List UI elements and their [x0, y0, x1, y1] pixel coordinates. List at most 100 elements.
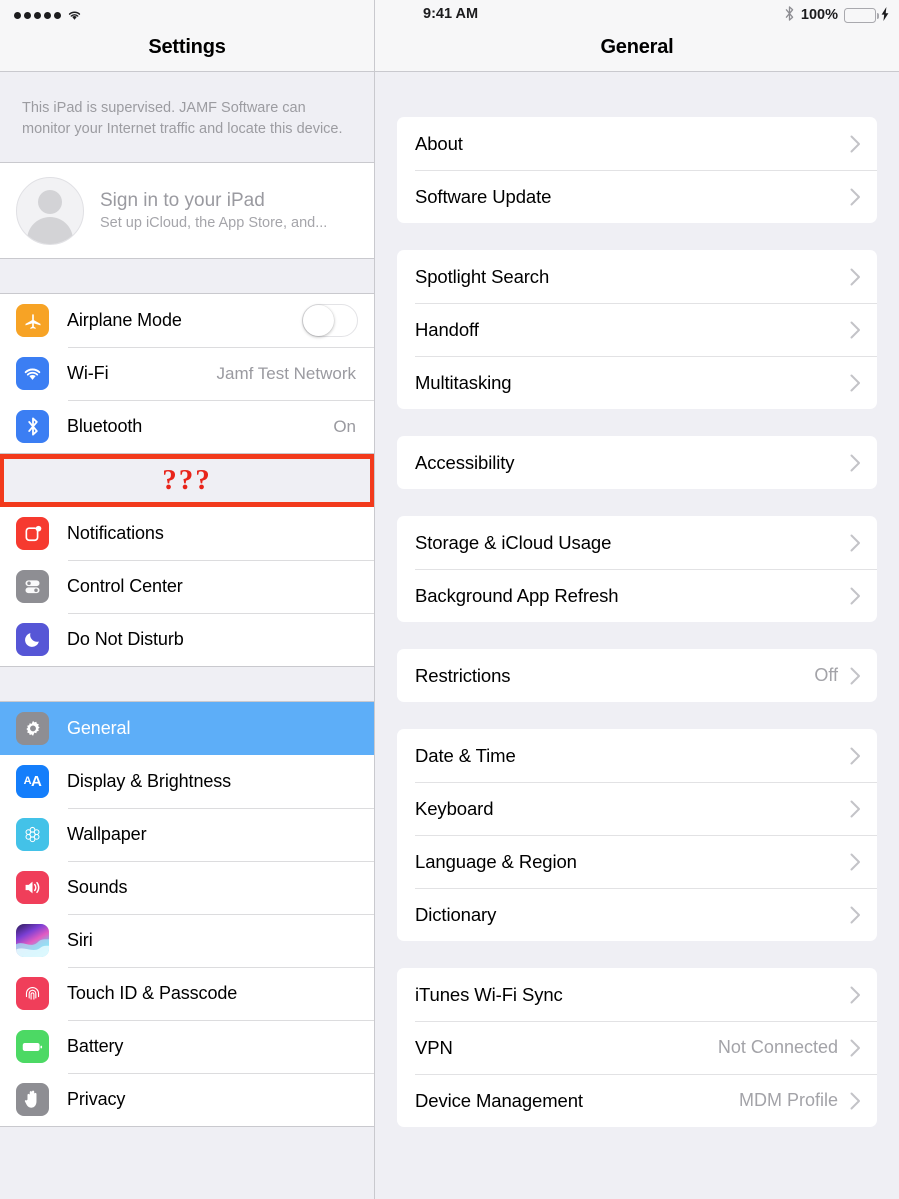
row-label: Spotlight Search — [415, 265, 550, 287]
sidebar-item-label: Notifications — [67, 523, 164, 544]
detail-row-vpn[interactable]: VPN Not Connected — [397, 1021, 877, 1074]
row-label: Storage & iCloud Usage — [415, 531, 612, 553]
bluetooth-icon — [16, 410, 49, 444]
detail-row-restrictions[interactable]: Restrictions Off — [397, 649, 877, 702]
chevron-right-icon — [850, 188, 861, 206]
detail-nav-header: 9:41 AM 100% General — [375, 0, 899, 72]
chevron-right-icon — [850, 747, 861, 765]
sidebar-nav-header: Settings — [0, 0, 374, 72]
ipad-settings-screen: Settings This iPad is supervised. JAMF S… — [0, 0, 899, 1199]
detail-row-multitasking[interactable]: Multitasking — [397, 356, 877, 409]
sidebar-item-label: Wallpaper — [67, 824, 147, 845]
sidebar-account-group: Sign in to your iPad Set up iCloud, the … — [0, 162, 374, 260]
detail-row-software-update[interactable]: Software Update — [397, 170, 877, 223]
sidebar-item-general[interactable]: General — [0, 702, 374, 756]
sign-in-row[interactable]: Sign in to your iPad Set up iCloud, the … — [0, 163, 374, 259]
sidebar-connectivity-group: Airplane Mode Wi-Fi Jamf Test Network Bl… — [0, 293, 374, 455]
general-detail-pane: 9:41 AM 100% General About Software Upda… — [375, 0, 899, 1199]
settings-group: About Software Update — [397, 117, 877, 223]
row-label: Dictionary — [415, 903, 497, 925]
detail-row-itunes-wifi-sync[interactable]: iTunes Wi-Fi Sync — [397, 968, 877, 1021]
row-label: VPN — [415, 1036, 453, 1058]
bluetooth-state-value: On — [333, 416, 356, 436]
detail-row-about[interactable]: About — [397, 117, 877, 170]
settings-list: About Software Update Spotlight Search H… — [375, 117, 899, 1127]
detail-row-handoff[interactable]: Handoff — [397, 303, 877, 356]
sidebar-item-label: Bluetooth — [67, 416, 143, 437]
row-label: Date & Time — [415, 744, 516, 766]
display-brightness-icon: AA — [16, 765, 49, 799]
wifi-icon — [16, 357, 49, 391]
chevron-right-icon — [850, 853, 861, 871]
sidebar-item-label: Privacy — [67, 1089, 126, 1110]
sidebar-alerts-group: Notifications Control Center Do Not Dist… — [0, 507, 374, 668]
detail-row-keyboard[interactable]: Keyboard — [397, 782, 877, 835]
row-label: Language & Region — [415, 850, 577, 872]
battery-icon — [16, 1030, 49, 1064]
sign-in-subtitle: Set up iCloud, the App Store, and... — [100, 215, 328, 232]
sidebar-item-touch-id-passcode[interactable]: Touch ID & Passcode — [0, 967, 374, 1021]
sidebar-item-label: Siri — [67, 930, 93, 951]
highlighted-unknown-row[interactable]: ??? — [0, 454, 374, 508]
settings-group: Storage & iCloud Usage Background App Re… — [397, 516, 877, 622]
chevron-right-icon — [850, 1039, 861, 1057]
airplane-icon — [16, 304, 49, 338]
sounds-icon — [16, 871, 49, 905]
chevron-right-icon — [850, 1092, 861, 1110]
row-value: MDM Profile — [738, 1090, 838, 1110]
sidebar-item-control-center[interactable]: Control Center — [0, 560, 374, 614]
sidebar-item-privacy[interactable]: Privacy — [0, 1073, 374, 1127]
control-center-icon — [16, 570, 49, 604]
sidebar-item-battery[interactable]: Battery — [0, 1020, 374, 1074]
sidebar-item-siri[interactable]: Siri — [0, 914, 374, 968]
wifi-network-value: Jamf Test Network — [216, 363, 356, 383]
detail-row-dictionary[interactable]: Dictionary — [397, 888, 877, 941]
settings-group: iTunes Wi-Fi Sync VPN Not Connected Devi… — [397, 968, 877, 1127]
siri-icon — [16, 924, 49, 958]
sidebar-item-airplane-mode[interactable]: Airplane Mode — [0, 294, 374, 348]
sidebar-item-label: Touch ID & Passcode — [67, 983, 238, 1004]
chevron-right-icon — [850, 587, 861, 605]
sidebar-item-wallpaper[interactable]: Wallpaper — [0, 808, 374, 862]
sidebar-section-gap-2 — [0, 667, 374, 702]
sidebar-item-bluetooth[interactable]: Bluetooth On — [0, 400, 374, 454]
chevron-right-icon — [850, 534, 861, 552]
detail-row-background-app-refresh[interactable]: Background App Refresh — [397, 569, 877, 622]
detail-row-accessibility[interactable]: Accessibility — [397, 436, 877, 489]
detail-row-device-management[interactable]: Device Management MDM Profile — [397, 1074, 877, 1127]
sign-in-title: Sign in to your iPad — [100, 190, 265, 212]
sidebar-item-sounds[interactable]: Sounds — [0, 861, 374, 915]
sidebar-item-notifications[interactable]: Notifications — [0, 507, 374, 561]
bluetooth-icon — [784, 5, 795, 25]
privacy-hand-icon — [16, 1083, 49, 1117]
row-label: Restrictions — [415, 664, 511, 686]
sidebar-system-group: General AA Display & Brightness Wallpape… — [0, 701, 374, 1128]
sidebar-item-label: Control Center — [67, 576, 183, 597]
detail-row-spotlight-search[interactable]: Spotlight Search — [397, 250, 877, 303]
row-label: Background App Refresh — [415, 584, 619, 606]
row-label: Accessibility — [415, 451, 515, 473]
settings-group: Spotlight Search Handoff Multitasking — [397, 250, 877, 409]
detail-row-storage-icloud-usage[interactable]: Storage & iCloud Usage — [397, 516, 877, 569]
gear-icon — [16, 712, 49, 746]
status-bar-clock: 9:41 AM — [423, 6, 479, 22]
settings-group: Restrictions Off — [397, 649, 877, 702]
chevron-right-icon — [850, 135, 861, 153]
chevron-right-icon — [850, 268, 861, 286]
sidebar-item-label: Sounds — [67, 877, 128, 898]
notifications-icon — [16, 517, 49, 551]
sidebar-section-gap — [0, 259, 374, 294]
sidebar-bottom-gap — [0, 1127, 374, 1188]
battery-percent-label: 100% — [800, 7, 838, 23]
detail-row-language-region[interactable]: Language & Region — [397, 835, 877, 888]
row-label: iTunes Wi-Fi Sync — [415, 983, 563, 1005]
settings-group: Accessibility — [397, 436, 877, 489]
signal-strength-dots-icon — [14, 11, 61, 19]
airplane-mode-toggle[interactable] — [302, 304, 358, 338]
detail-row-date-time[interactable]: Date & Time — [397, 729, 877, 782]
sidebar-item-display-brightness[interactable]: AA Display & Brightness — [0, 755, 374, 809]
status-bar-right: 100% — [784, 5, 889, 25]
sidebar-item-wifi[interactable]: Wi-Fi Jamf Test Network — [0, 347, 374, 401]
unknown-row-label: ??? — [162, 464, 212, 497]
sidebar-item-do-not-disturb[interactable]: Do Not Disturb — [0, 613, 374, 667]
